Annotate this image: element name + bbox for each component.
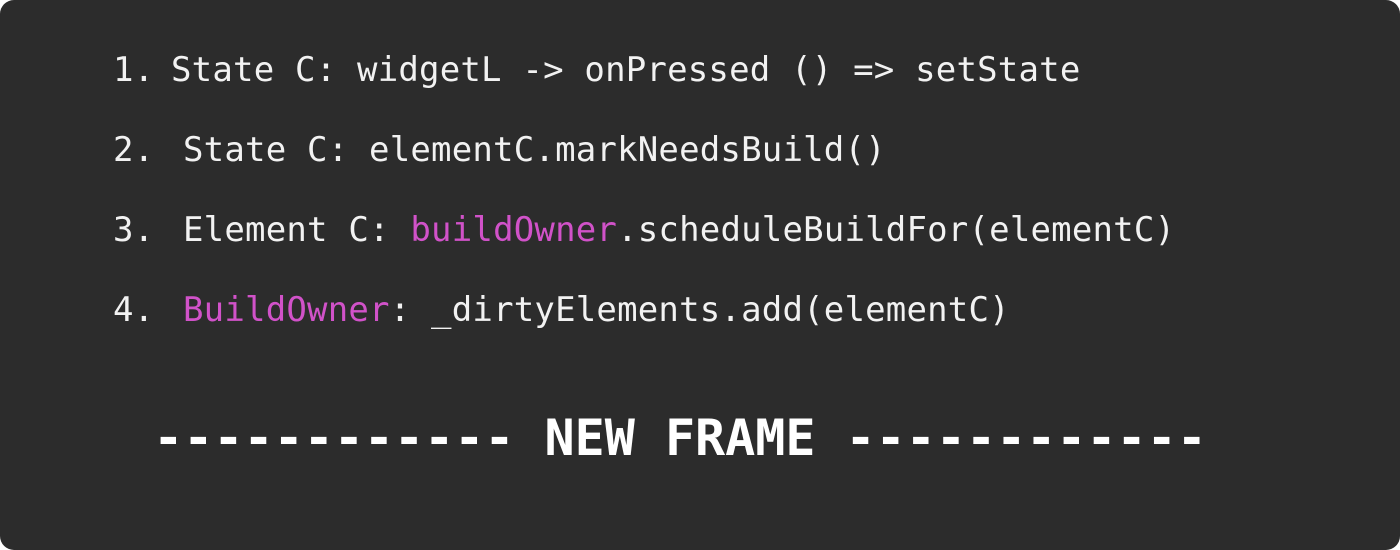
code-card: 1. State C: widgetL -> onPressed () => s… bbox=[0, 0, 1400, 550]
new-frame-divider: ------------ NEW FRAME ------------ bbox=[153, 409, 1207, 467]
step-text-prefix: Element C: bbox=[183, 210, 411, 250]
step-text: State C: elementC.markNeedsBuild() bbox=[183, 130, 886, 170]
step-text: State C: widgetL -> onPressed () => setS… bbox=[171, 50, 1081, 90]
step-number: 1. bbox=[113, 50, 155, 90]
step-number: 4. bbox=[113, 290, 155, 330]
step-1: 1. State C: widgetL -> onPressed () => s… bbox=[113, 50, 1080, 90]
step-text-suffix: .scheduleBuildFor(elementC) bbox=[617, 210, 1176, 250]
step-number: 3. bbox=[113, 210, 155, 250]
step-2: 2. State C: elementC.markNeedsBuild() bbox=[113, 130, 886, 170]
step-text-suffix: : _dirtyElements.add(elementC) bbox=[389, 290, 1010, 330]
step-4: 4. BuildOwner: _dirtyElements.add(elemen… bbox=[113, 290, 1010, 330]
step-3: 3. Element C: buildOwner.scheduleBuildFo… bbox=[113, 210, 1175, 250]
build-owner-highlight: buildOwner bbox=[410, 210, 618, 250]
build-owner-class-highlight: BuildOwner bbox=[183, 290, 390, 330]
step-number: 2. bbox=[113, 130, 155, 170]
